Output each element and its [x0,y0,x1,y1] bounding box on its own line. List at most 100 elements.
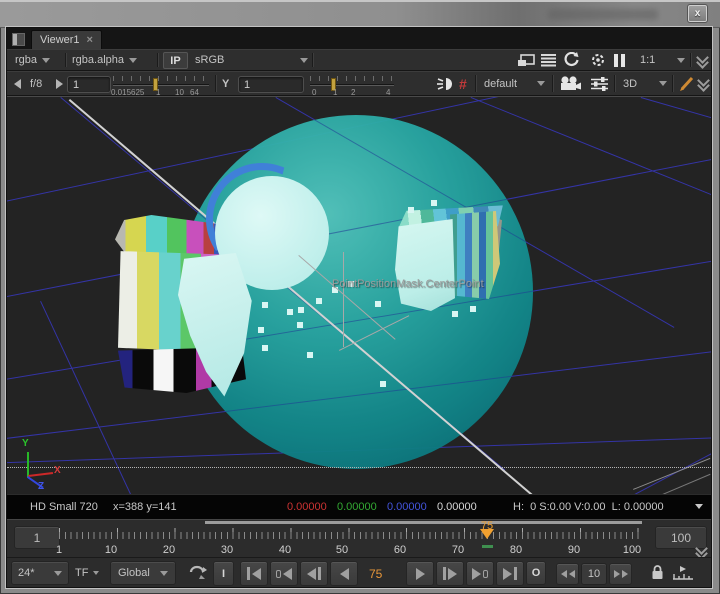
tick-label: 50 [336,544,348,556]
cache-bar [205,521,642,524]
timeline-display-icon[interactable] [672,558,694,587]
point-particle [408,207,414,213]
loop-mode-icon[interactable] [187,558,209,587]
tab-bar: Viewer1 × [7,28,711,49]
view-mode-caret[interactable] [659,72,667,95]
point-particle [262,345,268,351]
point-particle [316,298,322,304]
frame-increment-input[interactable]: 10 [581,563,607,585]
layer-list-icon[interactable] [541,50,556,70]
value-alpha: 0.00000 [437,501,477,513]
go-first-button[interactable] [240,561,268,586]
status-options-caret[interactable] [695,504,703,509]
cursor-coords: x=388 y=141 [113,501,177,513]
gizmo-axis-line [343,252,344,347]
tab-close-icon[interactable]: × [87,34,93,46]
viewport-3d[interactable]: PointPositionMask.CenterPoint Y X Z [7,96,711,494]
gamma-input[interactable]: 1 [238,76,304,93]
aperture-label[interactable]: f/8 [30,72,42,95]
point-particle [298,307,304,313]
gamma-label: Y [222,72,229,95]
range-start-input[interactable]: 1 [14,526,60,549]
fps-dropdown[interactable]: 24* [11,561,69,585]
cube-right-front-face [395,219,455,311]
lock-range-icon[interactable] [651,558,664,587]
play-forward-button[interactable] [406,561,434,586]
lut-caret[interactable] [537,72,545,95]
gain-slider[interactable]: 0.015625 1 10 64 [113,75,209,97]
format-label: HD Small 720 [30,501,98,513]
pause-updates-icon[interactable] [614,50,625,70]
point-particle [287,309,293,315]
point-particle [297,322,303,328]
tick-label: 20 [163,544,175,556]
playback-mode-dropdown[interactable]: TF [75,558,99,587]
collapse-timeline-icon[interactable] [696,546,707,557]
separator [65,53,66,67]
play-backward-button[interactable] [330,561,358,586]
tick-label: 100 [623,544,641,556]
monitor-output-icon[interactable] [517,50,535,70]
horizon-line [7,467,711,468]
collapse-toolbar-icon[interactable] [697,50,708,70]
colorspace-caret[interactable] [300,50,308,70]
collapse-toolbar2-icon[interactable] [698,72,709,95]
keyframe-marker [482,545,493,548]
tab-viewer1[interactable]: Viewer1 × [31,30,102,49]
gamma-slider[interactable]: 0 1 2 4 [310,75,394,97]
alpha-channel-dropdown[interactable]: rgba.alpha [72,50,137,70]
wipe-pencil-icon[interactable] [679,72,695,95]
tick-label: 1 [56,544,62,556]
step-back-button[interactable] [300,561,328,586]
colorspace-dropdown[interactable]: sRGB [195,50,224,70]
zoom-level-dropdown[interactable]: 1:1 [640,50,655,70]
current-frame[interactable]: 75 [369,567,382,581]
axis-z-label: Z [38,481,44,492]
gain-input[interactable]: 1 [67,76,111,93]
headlamp-icon[interactable] [437,72,454,95]
out-point-button[interactable]: O [526,561,546,585]
tick-label: 40 [279,544,291,556]
lut-dropdown[interactable]: default [484,72,517,95]
roi-gear-icon[interactable] [590,50,606,70]
camera-icon[interactable] [559,72,582,95]
prev-keyframe-button[interactable] [270,561,298,586]
timeline[interactable]: 1 1 10 20 30 40 50 60 70 80 90 100 75 10… [7,519,711,557]
tick-label: 30 [221,544,233,556]
separator [552,75,553,92]
input-process-button[interactable]: IP [163,52,188,69]
wireframe-hash-icon[interactable]: # [459,72,467,95]
refresh-sync-icon[interactable] [563,50,580,70]
prev-stop-icon[interactable] [14,72,21,95]
point-position-label: PointPositionMask.CenterPoint [332,278,484,290]
window-titlebar[interactable]: x [0,0,720,28]
status-bar: HD Small 720 x=388 y=141 0.00000 0.00000… [7,494,711,519]
in-point-button[interactable]: I [213,561,234,586]
view-mode-dropdown[interactable]: 3D [623,72,637,95]
range-scope-dropdown[interactable]: Global [110,561,176,585]
window-close-button[interactable]: x [688,5,707,22]
point-particle [431,200,437,206]
skip-back-button[interactable] [556,563,579,585]
next-keyframe-button[interactable] [466,561,494,586]
tick-label: 90 [568,544,580,556]
separator [215,75,216,92]
value-green: 0.00000 [337,501,377,513]
grid-line [633,458,710,490]
channel-sliders-icon[interactable] [591,72,608,95]
point-particle [262,302,268,308]
axis-x-line [28,472,53,477]
zoom-caret[interactable] [677,50,685,70]
point-particle [258,327,264,333]
tick-label: 60 [394,544,406,556]
step-forward-button[interactable] [436,561,464,586]
playhead-marker[interactable] [480,529,494,539]
channel-dropdown[interactable]: rgba [15,50,50,70]
go-last-button[interactable] [496,561,524,586]
tab-label: Viewer1 [40,34,80,46]
viewer-window: x Viewer1 × rgba rgba.alpha IP sRGB [0,0,720,594]
next-stop-icon[interactable] [56,72,63,95]
skip-forward-button[interactable] [609,563,632,585]
pane-menu-icon[interactable] [12,33,25,46]
axis-y-line [27,452,29,477]
